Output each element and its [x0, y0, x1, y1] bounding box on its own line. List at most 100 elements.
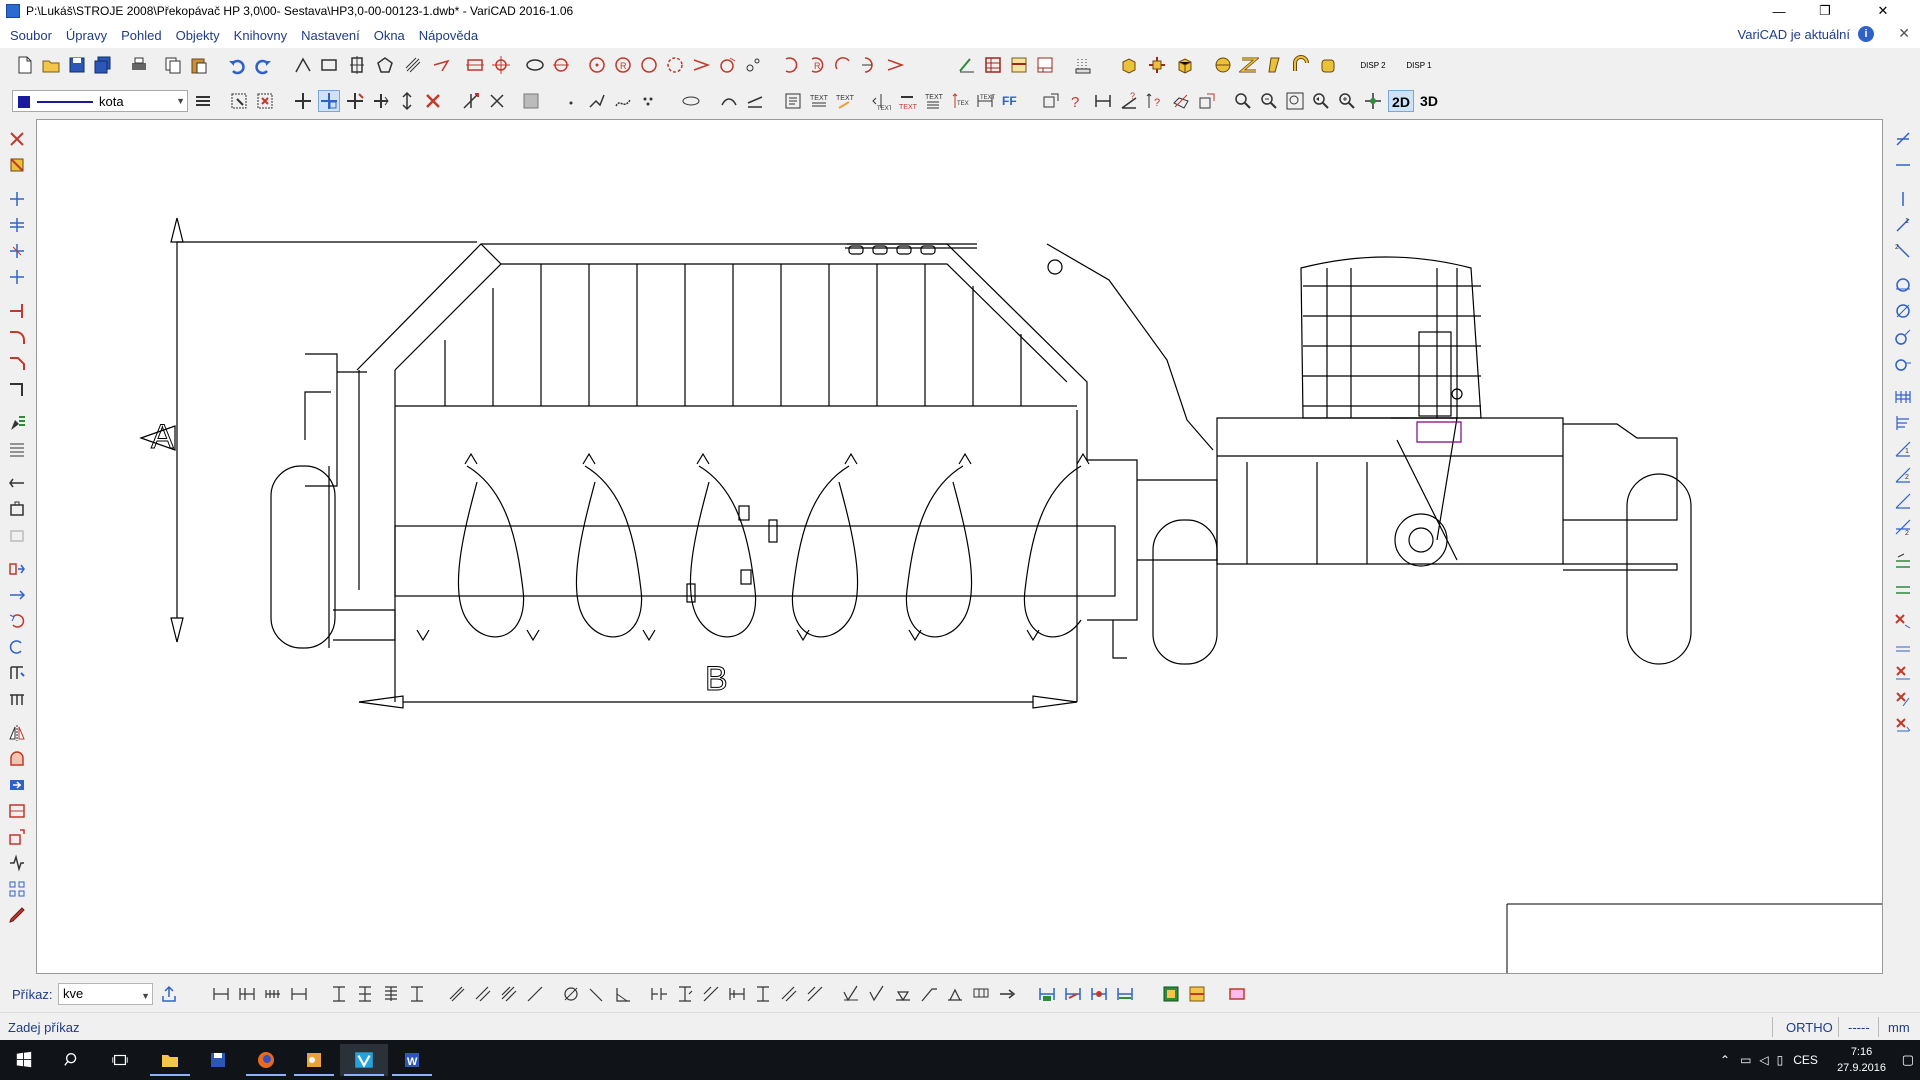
dim-ordinate-7-icon[interactable] — [804, 983, 826, 1005]
dots-icon[interactable] — [638, 90, 660, 112]
dim-angle-5-icon[interactable] — [612, 983, 634, 1005]
mode-2d-button[interactable]: 2D — [1388, 90, 1414, 112]
extend-line-icon[interactable] — [6, 300, 28, 322]
undo-icon[interactable] — [226, 54, 248, 76]
title-block-icon[interactable] — [1034, 54, 1056, 76]
paint-icon[interactable] — [6, 412, 28, 434]
network-icon[interactable]: ▭ — [1740, 1053, 1751, 1067]
delete-icon[interactable] — [422, 90, 444, 112]
tolerance-icon[interactable] — [970, 983, 992, 1005]
dim-angle-3-icon[interactable] — [1892, 490, 1914, 512]
dim-vert-4-icon[interactable] — [406, 983, 428, 1005]
dim-delete-5-icon[interactable] — [1892, 714, 1914, 736]
rect-center-icon[interactable] — [346, 54, 368, 76]
dim-ordinate-4-icon[interactable] — [726, 983, 748, 1005]
extend-icon[interactable] — [486, 90, 508, 112]
save-app-icon[interactable] — [194, 1044, 242, 1076]
arrow-leader-icon[interactable] — [744, 90, 766, 112]
text-icon[interactable]: TEXT — [808, 90, 830, 112]
redo-icon[interactable] — [252, 54, 274, 76]
solid-d-icon[interactable] — [1290, 54, 1312, 76]
copy-icon[interactable] — [162, 54, 184, 76]
chevron-down-icon[interactable]: ▼ — [141, 986, 150, 1006]
circle-center-icon[interactable] — [586, 54, 608, 76]
save-all-icon[interactable] — [92, 54, 114, 76]
datum-icon[interactable] — [944, 983, 966, 1005]
block-icon[interactable] — [520, 90, 542, 112]
command-input[interactable]: kve ▼ — [58, 983, 153, 1005]
area-query-icon[interactable] — [1170, 90, 1192, 112]
menu-okna[interactable]: Okna — [367, 28, 412, 43]
window-icon[interactable] — [1196, 90, 1218, 112]
dim-radius-2-icon[interactable] — [1892, 352, 1914, 374]
menu-upravy[interactable]: Úpravy — [59, 28, 114, 43]
dim-aligned-3-icon[interactable] — [498, 983, 520, 1005]
hole-icon[interactable] — [1040, 90, 1062, 112]
polyline-edit-icon[interactable] — [6, 852, 28, 874]
dim-aligned-icon[interactable] — [446, 983, 468, 1005]
break-icon[interactable] — [6, 154, 28, 176]
dim-style-2-icon[interactable] — [1062, 983, 1084, 1005]
dim-vert-2-icon[interactable] — [354, 983, 376, 1005]
dim-linear-4-icon[interactable] — [288, 983, 310, 1005]
notifications-icon[interactable]: ▢ — [1902, 1052, 1914, 1068]
offset-icon[interactable] — [6, 748, 28, 770]
close-button[interactable]: ✕ — [1860, 0, 1906, 22]
split-2-icon[interactable] — [6, 214, 28, 236]
dim-vert-1-icon[interactable] — [328, 983, 350, 1005]
rotate-arrows-icon[interactable] — [550, 54, 572, 76]
zoom-all-icon[interactable] — [1284, 90, 1306, 112]
polygon-icon[interactable] — [374, 54, 396, 76]
zoom-in-icon[interactable] — [1336, 90, 1358, 112]
dim-edit-icon[interactable] — [1892, 550, 1914, 572]
fillet-icon[interactable] — [6, 326, 28, 348]
dim-diameter-icon[interactable] — [1892, 300, 1914, 322]
dim-slope-2-icon[interactable]: 2 — [1892, 240, 1914, 262]
section-line-icon[interactable] — [464, 54, 486, 76]
update-status-text[interactable]: VariCAD je aktuální — [1738, 27, 1850, 42]
text-edit-icon[interactable]: TEXT — [834, 90, 856, 112]
leader-icon[interactable] — [918, 983, 940, 1005]
menu-knihovny[interactable]: Knihovny — [227, 28, 294, 43]
dim-angle-2-icon[interactable]: 2 — [1892, 464, 1914, 486]
dim-linear-3-icon[interactable] — [262, 983, 284, 1005]
word-icon[interactable]: W — [388, 1044, 436, 1076]
dim-ordinate-3-icon[interactable] — [700, 983, 722, 1005]
dim-horizontal-icon[interactable] — [1892, 128, 1914, 150]
dim-ordinate-5-icon[interactable] — [752, 983, 774, 1005]
break-at-icon[interactable] — [6, 826, 28, 848]
dim-delete-4-icon[interactable] — [1892, 688, 1914, 710]
disp2-button[interactable]: DISP 2 — [1358, 54, 1388, 76]
box-3d-icon[interactable] — [1118, 54, 1140, 76]
document-close-button[interactable]: ✕ — [1898, 25, 1910, 42]
hatch-lines-icon[interactable] — [6, 438, 28, 460]
move-copy-icon[interactable] — [318, 90, 340, 112]
open-file-icon[interactable] — [40, 54, 62, 76]
dim-chain-icon[interactable] — [1892, 386, 1914, 408]
circle-r-icon[interactable]: R — [612, 54, 634, 76]
crosshair-icon[interactable] — [490, 54, 512, 76]
print-icon[interactable] — [128, 54, 150, 76]
varicad-taskbar-icon[interactable] — [340, 1044, 388, 1076]
ellipse-icon[interactable] — [524, 54, 546, 76]
dim-ordinate-6-icon[interactable] — [778, 983, 800, 1005]
task-view-icon[interactable] — [96, 1044, 144, 1076]
dim-linear-icon[interactable] — [210, 983, 232, 1005]
scale-disabled-icon[interactable] — [6, 524, 28, 546]
solid-c-icon[interactable] — [1264, 54, 1286, 76]
menu-nastaveni[interactable]: Nastavení — [294, 28, 367, 43]
circle-tangent-icon[interactable] — [664, 54, 686, 76]
cube-3d-icon[interactable] — [1174, 54, 1196, 76]
frame-icon[interactable] — [1008, 54, 1030, 76]
dim-diam-icon[interactable] — [560, 983, 582, 1005]
rotate-icon[interactable] — [6, 610, 28, 632]
scale-icon[interactable] — [6, 498, 28, 520]
solid-b-icon[interactable] — [1238, 54, 1260, 76]
dim-ordinate-2-icon[interactable] — [674, 983, 696, 1005]
menu-napoveda[interactable]: Nápověda — [412, 28, 485, 43]
pan-icon[interactable] — [1362, 90, 1384, 112]
angle-icon[interactable] — [884, 54, 906, 76]
dim-style-4-icon[interactable] — [1114, 983, 1136, 1005]
save-icon[interactable] — [66, 54, 88, 76]
mirror-copy-icon[interactable] — [370, 90, 392, 112]
